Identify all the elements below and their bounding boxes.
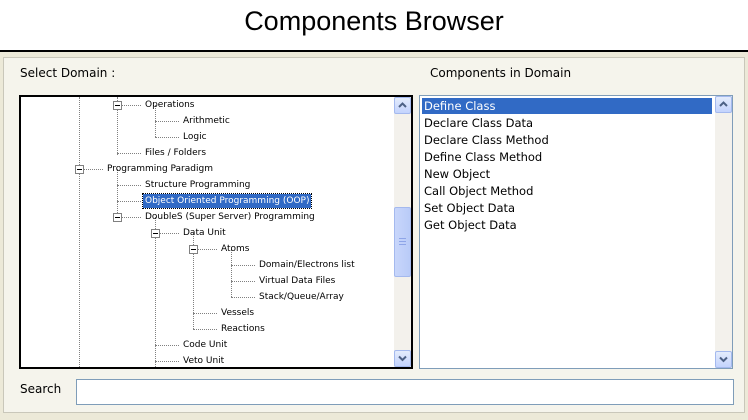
tree-collapse-toggle[interactable] [113, 213, 122, 222]
tree-canvas: Operations Arithmetic Logic Files / Folders… [21, 97, 393, 367]
components-list[interactable]: Define Class Declare Class Data Declare Cl… [419, 95, 733, 369]
tree-guide-line [117, 169, 118, 217]
tree-node[interactable]: Arithmetic [181, 114, 232, 128]
tree-scrollbar[interactable] [394, 97, 411, 367]
tree-guide-line [155, 361, 179, 362]
tree-node[interactable]: Domain/Electrons list [257, 258, 357, 272]
tree-collapse-toggle[interactable] [151, 229, 160, 238]
tree-guide-line [155, 121, 179, 122]
tree-guide-line [117, 153, 141, 154]
component-list-item[interactable]: Declare Class Data [422, 115, 712, 131]
search-label: Search [20, 382, 62, 396]
component-list-item[interactable]: New Object [422, 166, 712, 182]
select-domain-label: Select Domain : [20, 66, 116, 80]
search-input[interactable] [76, 379, 734, 405]
tree-guide-line [231, 249, 232, 297]
component-list-item[interactable]: Set Object Data [422, 200, 712, 216]
tree-node[interactable]: Reactions [219, 322, 267, 336]
tree-scroll-thumb[interactable] [394, 207, 411, 277]
title-bar: Components Browser [0, 0, 748, 52]
tree-guide-line [231, 265, 255, 266]
tree-collapse-toggle[interactable] [75, 165, 84, 174]
components-scroll-down-button[interactable] [715, 351, 732, 368]
tree-guide-line [117, 185, 141, 186]
tree-guide-line [231, 297, 255, 298]
components-canvas: Define Class Declare Class Data Declare Cl… [420, 96, 714, 366]
tree-node[interactable]: Vessels [219, 306, 256, 320]
chevron-down-icon [719, 356, 728, 363]
tree-node[interactable]: Operations [143, 98, 196, 112]
chevron-down-icon [398, 355, 407, 362]
component-list-item[interactable]: Declare Class Method [422, 132, 712, 148]
components-scrollbar[interactable] [715, 96, 732, 368]
tree-node[interactable]: Virtual Data Files [257, 274, 337, 288]
tree-guide-line [79, 97, 80, 367]
tree-guide-line [193, 313, 217, 314]
tree-collapse-toggle[interactable] [113, 101, 122, 110]
component-list-item[interactable]: Define Class [422, 98, 712, 114]
tree-guide-line [231, 281, 255, 282]
tree-node[interactable]: Data Unit [181, 226, 228, 240]
chevron-up-icon [719, 101, 728, 107]
component-list-item[interactable]: Get Object Data [422, 217, 712, 233]
tree-node[interactable]: Atoms [219, 242, 252, 256]
tree-guide-line [117, 201, 141, 202]
domain-tree[interactable]: Operations Arithmetic Logic Files / Folders… [19, 95, 413, 369]
tree-node[interactable]: DoubleS (Super Server) Programming [143, 210, 317, 224]
tree-guide-line [155, 345, 179, 346]
tree-scroll-down-button[interactable] [394, 350, 411, 367]
tree-node[interactable]: Code Unit [181, 338, 229, 352]
tree-node[interactable]: Object Oriented Programming (OOP) [141, 193, 313, 209]
components-scroll-up-button[interactable] [715, 96, 732, 113]
tree-scroll-up-button[interactable] [394, 97, 411, 114]
window-title: Components Browser [244, 6, 504, 36]
tree-guide-line [155, 137, 179, 138]
tree-node[interactable]: Programming Paradigm [105, 162, 215, 176]
component-list-item[interactable]: Define Class Method [422, 149, 712, 165]
tree-node[interactable]: Structure Programming [143, 178, 252, 192]
component-list-item[interactable]: Call Object Method [422, 183, 712, 199]
chevron-up-icon [398, 102, 407, 108]
tree-node[interactable]: Stack/Queue/Array [257, 290, 346, 304]
tree-node[interactable]: Files / Folders [143, 146, 208, 160]
tree-collapse-toggle[interactable] [189, 245, 198, 254]
tree-node[interactable]: Logic [181, 130, 209, 144]
components-in-domain-label: Components in Domain [430, 66, 572, 80]
tree-node[interactable]: Veto Unit [181, 354, 226, 367]
tree-guide-line [193, 329, 217, 330]
